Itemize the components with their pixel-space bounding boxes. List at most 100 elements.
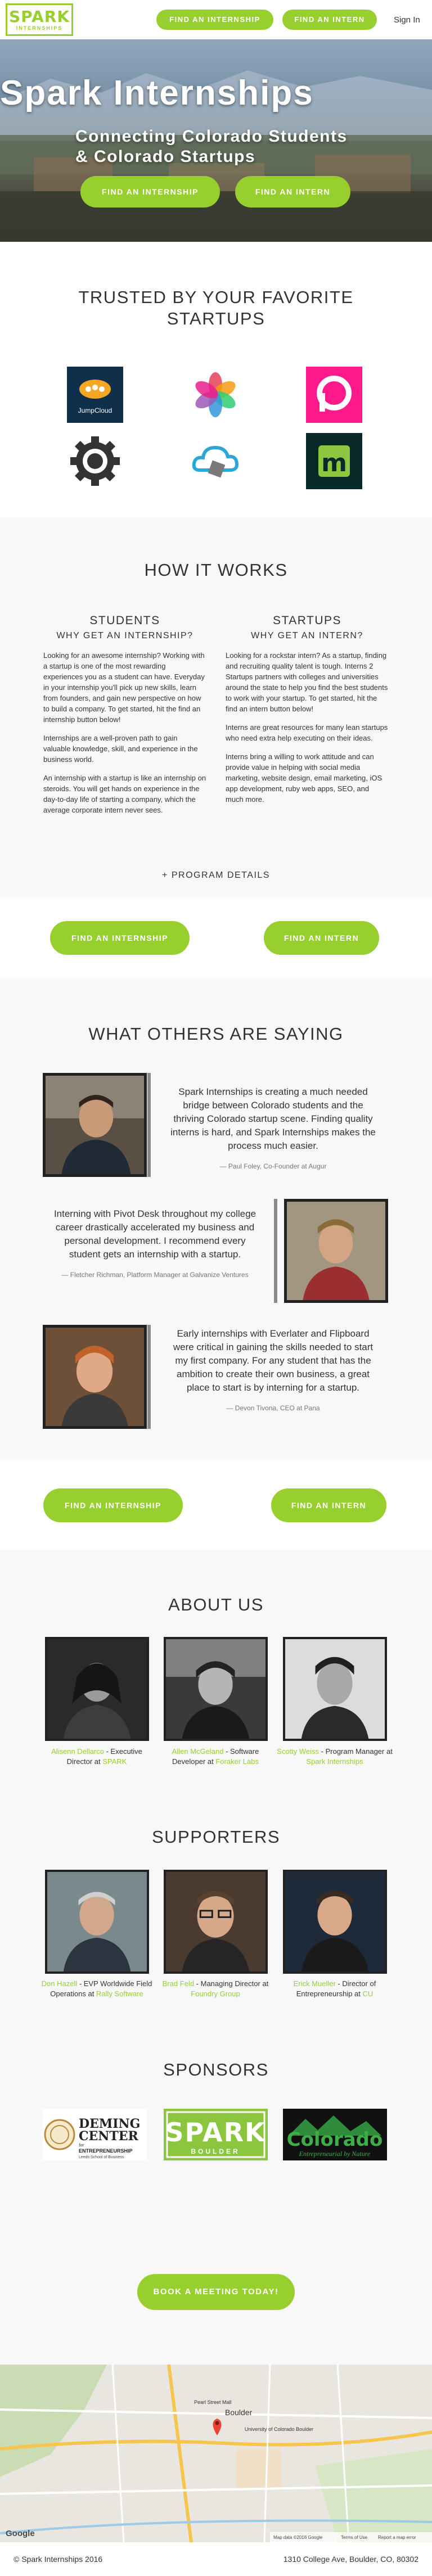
find-internship-button[interactable]: FIND AN INTERNSHIP [43,1488,183,1522]
supporter-photo [164,1870,268,1974]
map-attribution: Map data ©2016 Google [273,2535,323,2540]
find-internship-button[interactable]: FIND AN INTERNSHIP [50,921,190,955]
startups-column: STARTUPS WHY GET AN INTERN? Looking for … [226,614,389,813]
location-map[interactable]: Boulder Pearl Street Mall University of … [0,2365,432,2542]
org-link[interactable]: Rally Software [96,1989,143,1998]
students-column: STUDENTS WHY GET AN INTERNSHIP? Looking … [43,614,206,823]
students-paragraph: Looking for an awesome internship? Worki… [43,651,205,724]
footer: © Spark Internships 2016 1310 College Av… [0,2542,432,2576]
students-heading: STUDENTS [89,614,160,627]
students-subheading: WHY GET AN INTERNSHIP? [56,631,194,640]
quote-bar [147,1073,151,1177]
hero-subtitle: Connecting Colorado Students & Colorado … [75,127,348,166]
org-link[interactable]: Foundry Group [191,1989,240,1998]
svg-text:JumpCloud: JumpCloud [78,407,112,414]
deming-center-logo[interactable]: DEMING CENTER for ENTREPRENEURSHIP Leeds… [43,2109,147,2160]
map-terms-link: Terms of Use [341,2535,368,2540]
team-photo [45,1637,149,1741]
svg-text:for: for [79,2142,84,2148]
testimonial-quote: Interning with Pivot Desk throughout my … [50,1207,260,1280]
person-name-link[interactable]: Erick Mueller [294,1979,336,1988]
m-logo: m [306,433,362,489]
quote-bar [147,1325,151,1429]
org-link[interactable]: CU [363,1989,374,1998]
spark-logo[interactable]: SPARK INTERNSHIPS [6,3,73,36]
sign-in-link[interactable]: Sign In [394,15,420,25]
how-it-works-title: HOW IT WORKS [144,560,288,580]
quote-author: — Fletcher Richman, Platform Manager at … [61,1271,249,1279]
pink-p-logo [306,367,362,423]
svg-text:Colorado: Colorado [287,2128,383,2151]
person-name-link[interactable]: Don Hazell [42,1979,78,1988]
colorado-logo[interactable]: Colorado Entrepreneurial by Nature [283,2109,387,2160]
team-caption: Allen McGeland - Software Developer at F… [172,1747,259,1766]
logo-sub-text: INTERNSHIPS [16,25,63,31]
svg-text:SPARK: SPARK [165,2117,266,2148]
sponsors-title: SPONSORS [163,2060,269,2079]
person-name-link[interactable]: Allen McGeland [172,1747,224,1756]
quote-text: Spark Internships is creating a much nee… [170,1086,376,1151]
supporter-photo [45,1870,149,1974]
hero-find-internship-button[interactable]: FIND AN INTERNSHIP [80,176,220,207]
students-paragraph: Internships are a well-proven path to ga… [43,734,198,764]
team-caption: Alisenn Dellarco - Executive Director at… [51,1747,142,1766]
book-meeting-button[interactable]: BOOK A MEETING TODAY! [137,2274,295,2310]
supporter-caption: Erick Mueller - Director of Entrepreneur… [293,1979,376,1998]
team-photo [283,1637,387,1741]
testimonials-title: WHAT OTHERS ARE SAYING [88,1024,344,1044]
quote-text: Interning with Pivot Desk throughout my … [53,1208,256,1260]
org-link[interactable]: Foraker Labs [215,1757,259,1766]
pinwheel-logo [187,367,244,423]
startups-subheading: WHY GET AN INTERN? [251,631,363,640]
svg-text:BOULDER: BOULDER [191,2148,240,2155]
startups-heading: STARTUPS [272,614,342,627]
find-intern-button[interactable]: FIND AN INTERN [271,1488,386,1522]
testimonial-photo [284,1199,388,1303]
map-campus-label: University of Colorado Boulder [245,2426,313,2432]
startups-paragraph: Interns bring a willing to work attitude… [226,752,382,804]
cta-band: FIND AN INTERNSHIP FIND AN INTERN [0,897,432,978]
svg-text:Leeds School of Business: Leeds School of Business [79,2155,124,2159]
team-caption: Scotty Weiss - Program Manager at Spark … [277,1747,393,1766]
about-section: ABOUT US Alisenn Dellarco - Executive Di… [0,1549,432,2365]
hero-banner: Spark Internships Connecting Colorado St… [0,39,432,242]
svg-text:CENTER: CENTER [79,2129,139,2144]
supporter-photo [283,1870,387,1974]
program-details-link[interactable]: + PROGRAM DETAILS [0,870,432,881]
copyright-text: © Spark Internships 2016 [14,2555,103,2564]
testimonial-photo [43,1073,147,1177]
svg-text:m: m [321,449,347,477]
gear-logo [67,433,123,489]
cta-band: FIND AN INTERNSHIP FIND AN INTERN [0,1459,432,1549]
map-canvas[interactable]: Boulder Pearl Street Mall University of … [0,2365,432,2542]
org-link[interactable]: Spark Internships [306,1757,363,1766]
map-street-label: Pearl Street Mall [194,2399,232,2405]
hero-find-intern-button[interactable]: FIND AN INTERN [235,176,350,207]
supporter-caption: Brad Feld - Managing Director at Foundry… [162,1979,269,1998]
svg-text:ENTREPRENEURSHIP: ENTREPRENEURSHIP [79,2148,133,2154]
map-report-link: Report a map error [378,2535,416,2540]
startups-paragraph: Looking for a rockstar intern? As a star… [226,651,388,713]
about-us-title: ABOUT US [168,1595,264,1614]
cloud-logo [187,433,244,489]
map-city-label: Boulder [225,2408,253,2417]
how-it-works-section: HOW IT WORKS STUDENTS WHY GET AN INTERNS… [0,517,432,897]
top-navbar: SPARK INTERNSHIPS FIND AN INTERNSHIP FIN… [0,0,432,39]
person-name-link[interactable]: Alisenn Dellarco [51,1747,104,1756]
nav-find-intern-button[interactable]: FIND AN INTERN [282,10,377,30]
find-intern-button[interactable]: FIND AN INTERN [264,921,379,955]
address-text: 1310 College Ave, Boulder, CO, 80302 [283,2555,418,2564]
person-name-link[interactable]: Scotty Weiss [277,1747,319,1756]
org-link[interactable]: SPARK [102,1757,127,1766]
nav-find-internship-button[interactable]: FIND AN INTERNSHIP [156,10,273,30]
quote-author: — Devon Tivona, CEO at Pana [226,1404,320,1412]
testimonials-section: WHAT OTHERS ARE SAYING Spark Internships… [0,978,432,1459]
trusted-title: TRUSTED BY YOUR FAVORITE STARTUPS [78,287,354,328]
quote-bar [274,1199,277,1303]
students-paragraph: An internship with a startup is like an … [43,774,206,814]
testimonial-quote: Early internships with Everlater and Fli… [168,1327,379,1413]
testimonial-quote: Spark Internships is creating a much nee… [168,1085,379,1171]
quote-text: Early internships with Everlater and Fli… [173,1328,374,1393]
person-name-link[interactable]: Brad Feld [163,1979,194,1988]
spark-boulder-logo[interactable]: SPARK BOULDER [164,2109,268,2160]
